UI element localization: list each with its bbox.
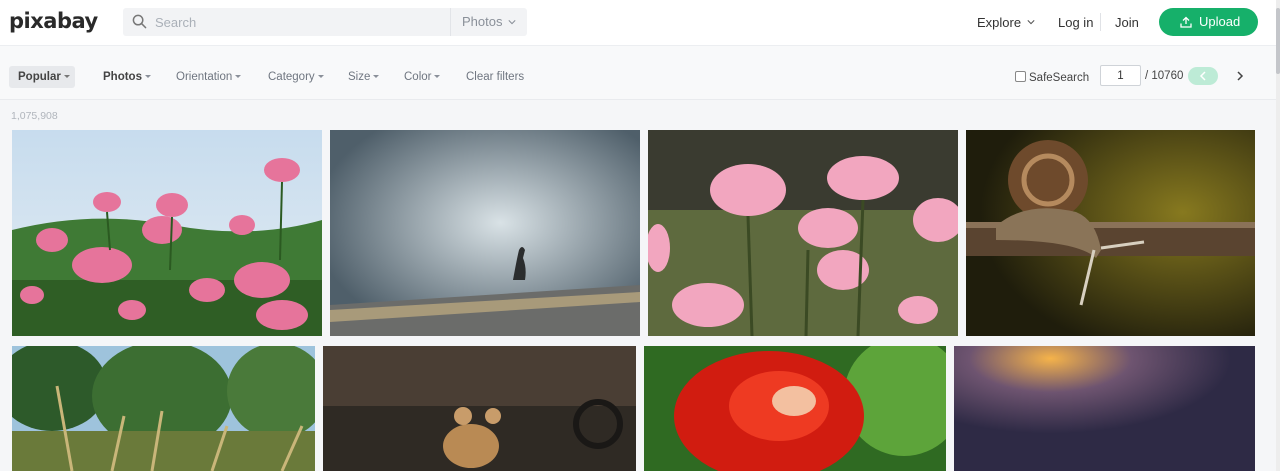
page-number-input[interactable] bbox=[1100, 65, 1141, 86]
clear-filters-link[interactable]: Clear filters bbox=[466, 71, 524, 83]
page-total: / 10760 bbox=[1145, 70, 1184, 82]
search-bar[interactable]: Photos bbox=[123, 8, 527, 36]
search-input[interactable] bbox=[155, 12, 445, 32]
upload-button[interactable]: Upload bbox=[1159, 8, 1258, 36]
chevron-down-icon bbox=[508, 20, 516, 25]
next-page-button[interactable] bbox=[1230, 67, 1248, 85]
image-tile-bokeh-sunset[interactable] bbox=[954, 346, 1255, 471]
image-tile-kangaroo-in-mist[interactable] bbox=[330, 130, 640, 336]
bokeh-sunset-photo bbox=[954, 346, 1255, 471]
mouse-photo bbox=[323, 346, 636, 471]
search-icon[interactable] bbox=[132, 14, 147, 29]
poppies-closeup-photo bbox=[648, 130, 958, 336]
scrollbar-thumb[interactable] bbox=[1276, 8, 1280, 74]
pixabay-logo[interactable]: pixabay bbox=[9, 9, 98, 33]
category-filter[interactable]: Category bbox=[268, 71, 324, 83]
image-tile-red-rose[interactable] bbox=[644, 346, 946, 471]
safesearch-label: SafeSearch bbox=[1029, 72, 1090, 84]
explore-label: Explore bbox=[977, 15, 1022, 30]
top-navigation-bar: pixabay Photos Explore Log in Join Uploa… bbox=[0, 0, 1276, 46]
snail-photo bbox=[966, 130, 1255, 336]
trees-wheat-photo bbox=[12, 346, 315, 471]
caret-down-icon bbox=[317, 75, 324, 78]
chevron-left-icon bbox=[1199, 71, 1206, 81]
image-tile-snail-on-wood[interactable] bbox=[966, 130, 1255, 336]
safesearch-toggle[interactable]: SafeSearch bbox=[1015, 71, 1089, 84]
color-filter[interactable]: Color bbox=[404, 71, 441, 83]
pink-poppies-photo bbox=[12, 130, 322, 336]
color-label: Color bbox=[404, 71, 432, 83]
size-filter[interactable]: Size bbox=[348, 71, 380, 83]
caret-down-icon bbox=[373, 75, 380, 78]
image-tile-poppies-closeup[interactable] bbox=[648, 130, 958, 336]
caret-down-icon bbox=[235, 75, 242, 78]
size-label: Size bbox=[348, 71, 371, 83]
category-label: Category bbox=[268, 71, 315, 83]
previous-page-button[interactable] bbox=[1188, 67, 1218, 85]
safesearch-checkbox[interactable] bbox=[1015, 71, 1026, 82]
caret-down-icon bbox=[144, 75, 151, 78]
caret-down-icon bbox=[63, 75, 70, 78]
nav-divider bbox=[1100, 13, 1101, 31]
orientation-label: Orientation bbox=[176, 71, 233, 83]
orientation-filter[interactable]: Orientation bbox=[176, 71, 242, 83]
image-tile-pink-poppies-field[interactable] bbox=[12, 130, 322, 336]
chevron-down-icon bbox=[1027, 20, 1035, 25]
sort-label: Popular bbox=[18, 71, 61, 83]
sort-popular-dropdown[interactable]: Popular bbox=[9, 66, 75, 88]
search-type-dropdown[interactable]: Photos bbox=[450, 8, 527, 36]
caret-down-icon bbox=[434, 75, 441, 78]
chevron-right-icon bbox=[1237, 71, 1244, 81]
search-type-label: Photos bbox=[462, 14, 503, 29]
media-type-filter[interactable]: Photos bbox=[103, 71, 151, 83]
login-link[interactable]: Log in bbox=[1058, 15, 1093, 30]
kangaroo-mist-photo bbox=[330, 130, 640, 336]
upload-label: Upload bbox=[1199, 14, 1241, 29]
image-tile-mouse[interactable] bbox=[323, 346, 636, 471]
upload-icon bbox=[1180, 16, 1192, 28]
media-type-label: Photos bbox=[103, 71, 142, 83]
red-rose-photo bbox=[644, 346, 946, 471]
image-tile-trees-and-wheat[interactable] bbox=[12, 346, 315, 471]
explore-menu[interactable]: Explore bbox=[977, 15, 1035, 30]
join-link[interactable]: Join bbox=[1115, 15, 1139, 30]
results-count: 1,075,908 bbox=[11, 110, 58, 122]
page-scrollbar[interactable] bbox=[1276, 0, 1280, 471]
